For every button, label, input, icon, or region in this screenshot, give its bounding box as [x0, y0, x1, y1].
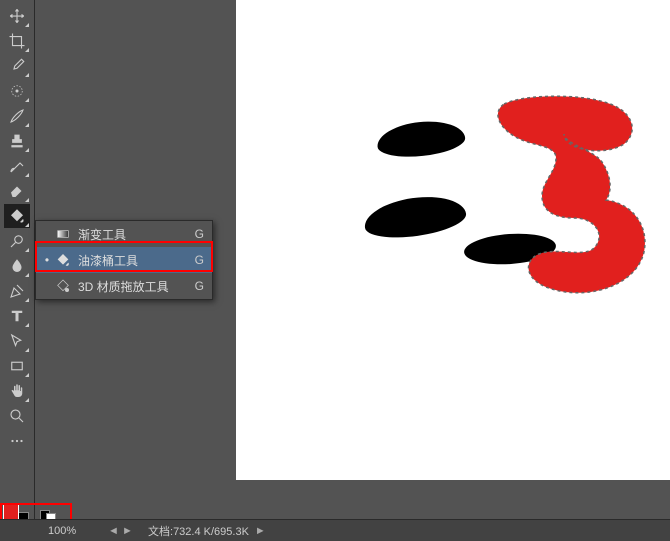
- tools-panel: [0, 0, 35, 541]
- doc-size-value: 732.4 K/695.3K: [173, 526, 249, 538]
- hand-tool[interactable]: [4, 379, 30, 403]
- edit-toolbar[interactable]: [4, 429, 30, 453]
- eyedropper-tool[interactable]: [4, 54, 30, 78]
- doc-label: 文档:: [148, 526, 173, 538]
- paint-bucket-tool[interactable]: [4, 204, 30, 228]
- document-canvas[interactable]: [236, 0, 670, 480]
- crop-tool[interactable]: [4, 29, 30, 53]
- stamp-tool[interactable]: [4, 129, 30, 153]
- foreground-color-swatch[interactable]: [3, 504, 19, 520]
- rectangle-tool[interactable]: [4, 354, 30, 378]
- flyout-label: 渐变工具: [74, 226, 188, 243]
- flyout-item-gradient[interactable]: 渐变工具 G: [36, 221, 212, 247]
- move-tool[interactable]: [4, 4, 30, 28]
- zoom-arrow-left-icon[interactable]: ◄: [108, 525, 122, 537]
- history-brush-tool[interactable]: [4, 154, 30, 178]
- bucket-tool-flyout: 渐变工具 G • 油漆桶工具 G 3D 材质拖放工具 G: [35, 220, 213, 300]
- flyout-label: 油漆桶工具: [74, 252, 188, 269]
- eraser-tool[interactable]: [4, 179, 30, 203]
- paint-bucket-icon: [52, 252, 74, 268]
- type-tool[interactable]: [4, 304, 30, 328]
- doc-info-arrow-icon[interactable]: ►: [255, 525, 269, 537]
- flyout-shortcut: G: [188, 253, 204, 267]
- gradient-icon: [52, 226, 74, 242]
- flyout-active-dot: •: [42, 253, 52, 267]
- zoom-level[interactable]: 100%: [48, 525, 108, 537]
- flyout-label: 3D 材质拖放工具: [74, 278, 188, 295]
- zoom-arrow-right-icon[interactable]: ►: [122, 525, 136, 537]
- material-drop-icon: [52, 278, 74, 294]
- path-selection-tool[interactable]: [4, 329, 30, 353]
- zoom-tool[interactable]: [4, 404, 30, 428]
- flyout-shortcut: G: [188, 227, 204, 241]
- flyout-shortcut: G: [188, 279, 204, 293]
- dodge-tool[interactable]: [4, 229, 30, 253]
- pen-tool[interactable]: [4, 279, 30, 303]
- status-bar: 100% ◄ ► 文档:732.4 K/695.3K ►: [0, 519, 670, 541]
- healing-brush-tool[interactable]: [4, 79, 30, 103]
- blur-tool[interactable]: [4, 254, 30, 278]
- brush-tool[interactable]: [4, 104, 30, 128]
- doc-size-label: 文档:732.4 K/695.3K: [136, 523, 249, 539]
- flyout-item-3d-material[interactable]: 3D 材质拖放工具 G: [36, 273, 212, 299]
- flyout-item-paint-bucket[interactable]: • 油漆桶工具 G: [36, 247, 212, 273]
